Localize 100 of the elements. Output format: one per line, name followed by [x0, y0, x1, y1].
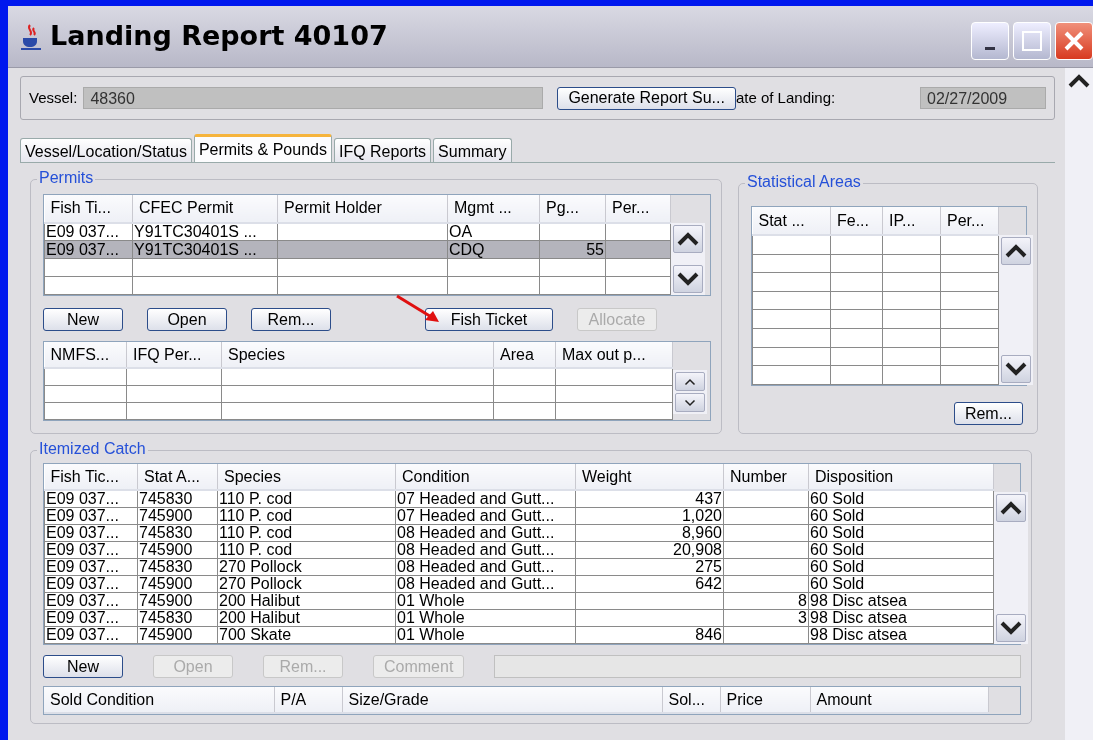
scroll-down-button[interactable]	[996, 614, 1026, 642]
vessel-label: Vessel:	[29, 87, 78, 108]
column-header[interactable]: Amount	[810, 687, 988, 713]
table-cell: E09 037...	[46, 241, 119, 258]
vessel-field[interactable]: 48360	[83, 87, 544, 109]
column-header[interactable]: Weight	[575, 464, 724, 491]
table-cell: 200 Halibut	[219, 592, 300, 609]
date-field[interactable]: 02/27/2009	[920, 87, 1046, 109]
scroll-down-button[interactable]	[1001, 355, 1031, 383]
button[interactable]: Open	[147, 308, 227, 331]
table-cell: 1,020	[681, 507, 722, 524]
button[interactable]: Fish Ticket	[425, 308, 553, 331]
table-cell: 01 Whole	[397, 592, 465, 609]
column-header[interactable]: Disposition	[808, 464, 994, 491]
column-header[interactable]: Sol...	[662, 687, 720, 713]
column-header[interactable]: Size/Grade	[342, 687, 662, 713]
column-header[interactable]: Stat A...	[137, 464, 218, 491]
table-cell: 98 Disc atsea	[810, 626, 907, 643]
button[interactable]: New	[43, 308, 123, 331]
table-cell: E09 037...	[46, 541, 119, 558]
chevron-up-icon	[1005, 243, 1027, 259]
table-cell: 270 Pollock	[219, 575, 302, 592]
scroll-up-button[interactable]	[673, 225, 703, 253]
table-cell: 60 Sold	[810, 575, 865, 592]
pointer-arrow	[395, 294, 441, 324]
table-cell: 437	[695, 490, 722, 507]
generate-report-button[interactable]: Generate Report Su...	[557, 86, 736, 110]
scrollbar[interactable]	[994, 492, 1028, 644]
column-header[interactable]: Price	[720, 687, 810, 713]
table-cell: E09 037...	[46, 223, 119, 240]
button[interactable]: Rem...	[251, 308, 331, 331]
table-cell: Y91TC30401S ...	[134, 223, 257, 240]
table-row[interactable]: E09 037... Y91TC30401S ... OA	[44, 222, 671, 241]
column-header[interactable]: Number	[723, 464, 809, 491]
table-cell: E09 037...	[46, 490, 119, 507]
column-header[interactable]: Pg...	[539, 195, 606, 223]
column-header[interactable]: Species	[221, 342, 494, 368]
table-cell: 700 Skate	[219, 626, 292, 643]
column-header[interactable]: Condition	[395, 464, 576, 491]
chevron-up-icon[interactable]	[1067, 72, 1091, 90]
column-header[interactable]: Mgmt ...	[447, 195, 540, 223]
table-cell: 642	[695, 575, 722, 592]
table-cell: 08 Headed and Gutt...	[397, 575, 555, 592]
table-cell: E09 037...	[46, 626, 119, 643]
scroll-up-button[interactable]	[1001, 237, 1031, 265]
column-header[interactable]: IFQ Per...	[126, 342, 222, 368]
table-cell: 8,960	[681, 524, 722, 541]
column-header[interactable]: Max out p...	[555, 342, 673, 368]
table-cell: 08 Headed and Gutt...	[397, 524, 555, 541]
close-icon	[1063, 30, 1085, 52]
table-cell: 110 P. cod	[219, 524, 293, 541]
table-cell: 745900	[139, 592, 193, 609]
scrollbar[interactable]	[999, 235, 1033, 385]
table-cell: 110 P. cod	[219, 507, 293, 524]
column-header[interactable]: Area	[493, 342, 556, 368]
column-header[interactable]: P/A	[274, 687, 342, 713]
tab[interactable]: Summary	[433, 138, 512, 162]
table-cell: 745830	[139, 558, 193, 575]
scroll-down-button[interactable]	[673, 265, 703, 293]
chevron-up-icon	[677, 231, 699, 247]
chevron-down-icon	[677, 271, 699, 287]
column-header[interactable]: Fish Tic...	[44, 464, 138, 491]
table-cell: 110 P. cod	[219, 490, 293, 507]
button[interactable]: Rem...	[953, 402, 1023, 425]
table-cell: 60 Sold	[810, 524, 865, 541]
close-button[interactable]	[1055, 22, 1093, 60]
column-header[interactable]: Fe...	[830, 207, 883, 236]
window-title: Landing Report 40107	[50, 20, 388, 53]
table-cell: E09 037...	[46, 575, 119, 592]
column-header[interactable]: Permit Holder	[277, 195, 448, 223]
column-header[interactable]: Per...	[605, 195, 671, 223]
column-header[interactable]: IP...	[882, 207, 941, 236]
table-cell: 08 Headed and Gutt...	[397, 558, 555, 575]
column-header[interactable]: Per...	[940, 207, 999, 236]
scroll-up-button[interactable]	[996, 494, 1026, 522]
tab[interactable]: Vessel/Location/Status	[20, 138, 192, 162]
column-header[interactable]: Stat ...	[752, 207, 831, 236]
table-cell: 270 Pollock	[219, 558, 302, 575]
scrollbar[interactable]	[1065, 68, 1093, 740]
column-header[interactable]: CFEC Permit	[132, 195, 278, 223]
column-header[interactable]: Sold Condition	[44, 687, 274, 713]
table-cell: 60 Sold	[810, 490, 865, 507]
minimize-button[interactable]	[971, 22, 1009, 60]
button[interactable]: New	[43, 655, 123, 678]
tab[interactable]: IFQ Reports	[333, 138, 432, 162]
table-cell: 745830	[139, 490, 193, 507]
table-cell: 60 Sold	[810, 507, 865, 524]
table-cell: 275	[695, 558, 722, 575]
column-header[interactable]: Fish Ti...	[44, 195, 133, 223]
table-cell: E09 037...	[46, 524, 119, 541]
tab[interactable]: Permits & Pounds	[193, 134, 332, 162]
column-header[interactable]: Species	[217, 464, 396, 491]
scrollbar[interactable]	[671, 223, 705, 295]
maximize-icon	[1022, 31, 1042, 51]
table-cell: 110 P. cod	[219, 541, 293, 558]
table-row[interactable]: E09 037... Y91TC30401S ... CDQ 55	[44, 240, 671, 259]
column-header[interactable]: NMFS...	[44, 342, 127, 368]
date-label: ate of Landing:	[735, 87, 836, 108]
table-cell: OA	[449, 223, 473, 240]
table-cell: 20,908	[673, 541, 722, 558]
